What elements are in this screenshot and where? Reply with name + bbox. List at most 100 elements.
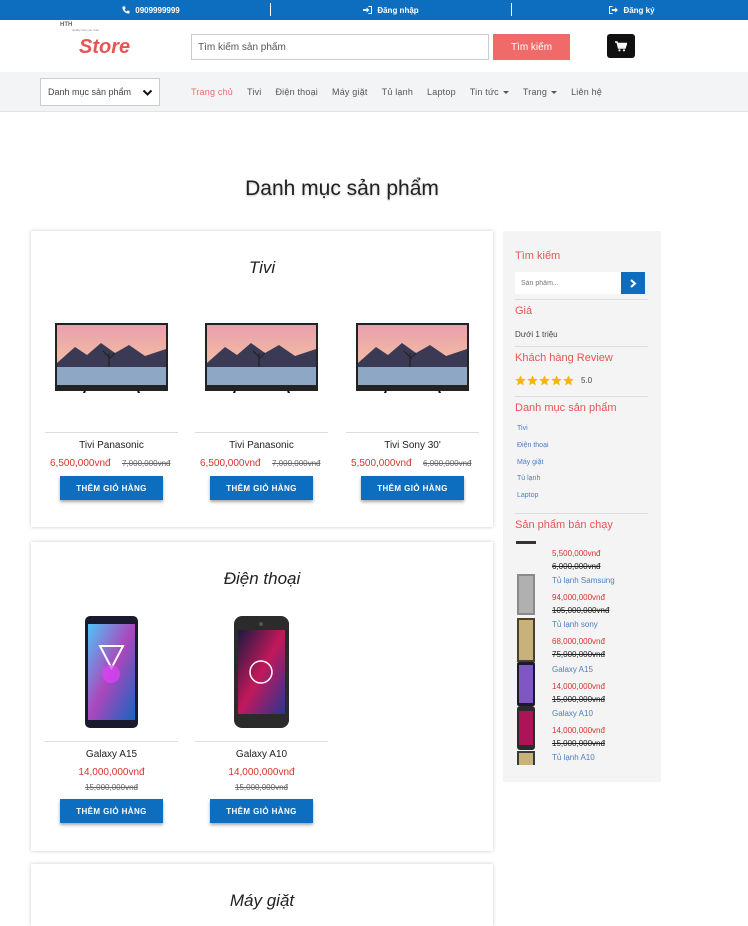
product-name[interactable]: Galaxy A15	[45, 749, 178, 760]
product-price: 14,000,000vnđ	[78, 767, 145, 778]
section-tivi: Tivi Tivi Panasonic 6,500,000vnđ 7,000,0…	[31, 231, 493, 527]
header: HTH quality that you trust Store Tìm kiế…	[0, 20, 748, 72]
nav-home[interactable]: Trang chủ	[191, 87, 233, 97]
bestseller-old-price: 105,000,000vnđ	[552, 606, 610, 615]
phone-number: 0909999999	[135, 5, 180, 15]
add-to-cart-button[interactable]: THÊM GIỎ HÀNG	[361, 476, 464, 500]
star-icon	[563, 375, 574, 386]
product-image-tv[interactable]	[195, 323, 328, 393]
bestseller-name[interactable]: Tủ lạnh Samsung	[552, 576, 615, 585]
product-price: 14,000,000vnđ	[228, 767, 295, 778]
search-button[interactable]: Tìm kiếm	[493, 34, 570, 60]
sidebar-category-link[interactable]: Laptop	[517, 492, 538, 499]
login-icon	[363, 6, 373, 14]
login-link[interactable]: Đăng nhập	[271, 0, 511, 20]
bestseller-old-price: 75,000,000vnđ	[552, 650, 605, 659]
divider	[195, 432, 328, 433]
product-price: 5,500,000vnđ	[351, 458, 412, 469]
divider	[515, 396, 648, 397]
product-price: 6,500,000vnđ	[200, 458, 261, 469]
product-image-tv[interactable]	[45, 323, 178, 393]
product-old-price: 7,000,000vnđ	[272, 459, 321, 468]
product-old-price: 7,000,000vnđ	[122, 459, 171, 468]
nav-news[interactable]: Tin tức	[470, 87, 509, 97]
category-dropdown[interactable]: Danh mục sản phẩm	[40, 78, 160, 106]
sidebar-search-input[interactable]	[515, 272, 621, 294]
section-title: Máy giặt	[229, 891, 295, 910]
cart-icon	[615, 40, 627, 51]
nav-fridges[interactable]: Tủ lạnh	[382, 87, 413, 97]
bestseller-name[interactable]: Galaxy A10	[552, 709, 593, 718]
sidebar-category-link[interactable]: Tivi	[517, 425, 528, 432]
product-old-price: 15,000,000vnđ	[85, 783, 138, 792]
add-to-cart-button[interactable]: THÊM GIỎ HÀNG	[210, 799, 313, 823]
bestseller-image-phone[interactable]	[516, 662, 536, 706]
sidebar-category-link[interactable]: Máy giặt	[517, 459, 543, 466]
bestseller-price: 5,500,000vnđ	[552, 549, 601, 558]
bestseller-image-fridge[interactable]	[516, 618, 536, 662]
caret-down-icon	[551, 91, 558, 95]
star-icon	[515, 375, 526, 386]
product-name[interactable]: Galaxy A10	[195, 749, 328, 760]
login-label: Đăng nhập	[377, 5, 419, 15]
nav-pages[interactable]: Trang	[523, 87, 558, 97]
section-phones: Điện thoại Galaxy A15 14,000,000vnđ 15,0…	[31, 542, 493, 851]
sidebar: Tìm kiếm Giá Dưới 1 triệu Khách hàng Rev…	[503, 231, 661, 782]
sidebar-category-link[interactable]: Tủ lạnh	[517, 475, 540, 482]
bestseller-old-price: 15,000,000vnđ	[552, 739, 605, 748]
product-name[interactable]: Tivi Panasonic	[45, 440, 178, 451]
page-title: Danh mục sản phẩm	[245, 177, 439, 200]
logout-icon	[609, 6, 619, 14]
section-title: Tivi	[248, 258, 276, 277]
phone-contact[interactable]: 0909999999	[31, 0, 271, 20]
nav-laptop[interactable]: Laptop	[427, 87, 456, 97]
divider	[515, 346, 648, 347]
bestseller-price: 14,000,000vnđ	[552, 682, 605, 691]
product-image-tv[interactable]	[346, 323, 479, 393]
product-name[interactable]: Tivi Sony 30'	[346, 440, 479, 451]
product-old-price: 6,000,000vnđ	[423, 459, 472, 468]
rating-stars: 5.0	[515, 375, 592, 386]
section-washing-machines: Máy giặt	[31, 864, 493, 926]
bestseller-image[interactable]	[516, 751, 536, 765]
bestseller-name[interactable]: Tủ lạnh A10	[552, 753, 595, 762]
star-icon	[551, 375, 562, 386]
nav-news-label: Tin tức	[469, 87, 499, 97]
search-input[interactable]	[191, 34, 489, 60]
add-to-cart-button[interactable]: THÊM GIỎ HÀNG	[60, 476, 163, 500]
nav-contact[interactable]: Liên hệ	[571, 87, 602, 97]
product-price: 6,500,000vnđ	[50, 458, 111, 469]
nav-links: Trang chủ Tivi Điện thoại Máy giặt Tủ lạ…	[191, 72, 616, 112]
nav-tivi[interactable]: Tivi	[247, 87, 261, 97]
bestseller-image-phone[interactable]	[516, 706, 536, 750]
product-image-phone[interactable]	[195, 616, 328, 728]
register-link[interactable]: Đăng ký	[512, 0, 748, 20]
divider	[515, 513, 648, 514]
bestseller-name[interactable]: Tủ lạnh sony	[552, 620, 598, 629]
product-name[interactable]: Tivi Panasonic	[195, 440, 328, 451]
product-old-price: 15,000,000vnđ	[235, 783, 288, 792]
bestseller-title: Sản phẩm bán chạy	[515, 519, 613, 531]
logo-brand: HTH	[60, 22, 73, 28]
nav-washing-machines[interactable]: Máy giặt	[332, 87, 368, 97]
chevron-right-icon	[630, 278, 637, 288]
bestseller-image-fridge[interactable]	[516, 574, 536, 615]
cart-button[interactable]	[607, 34, 635, 58]
price-filter-option[interactable]: Dưới 1 triệu	[515, 330, 558, 339]
section-title: Điện thoại	[223, 569, 301, 588]
logo-tagline: quality that you trust	[72, 28, 99, 32]
store-logo[interactable]: HTH quality that you trust Store	[58, 20, 138, 64]
product-image-phone[interactable]	[45, 616, 178, 728]
review-title: Khách hàng Review	[515, 352, 613, 364]
bestseller-name[interactable]: Galaxy A15	[552, 665, 593, 674]
add-to-cart-button[interactable]: THÊM GIỎ HÀNG	[210, 476, 313, 500]
divider	[45, 741, 178, 742]
star-icon	[539, 375, 550, 386]
nav-phones[interactable]: Điện thoại	[275, 87, 318, 97]
divider	[45, 432, 178, 433]
sidebar-search-title: Tìm kiếm	[515, 250, 561, 262]
sidebar-category-link[interactable]: Điện thoại	[517, 442, 549, 449]
bestseller-image[interactable]	[516, 541, 536, 545]
add-to-cart-button[interactable]: THÊM GIỎ HÀNG	[60, 799, 163, 823]
sidebar-search-button[interactable]	[621, 272, 645, 294]
